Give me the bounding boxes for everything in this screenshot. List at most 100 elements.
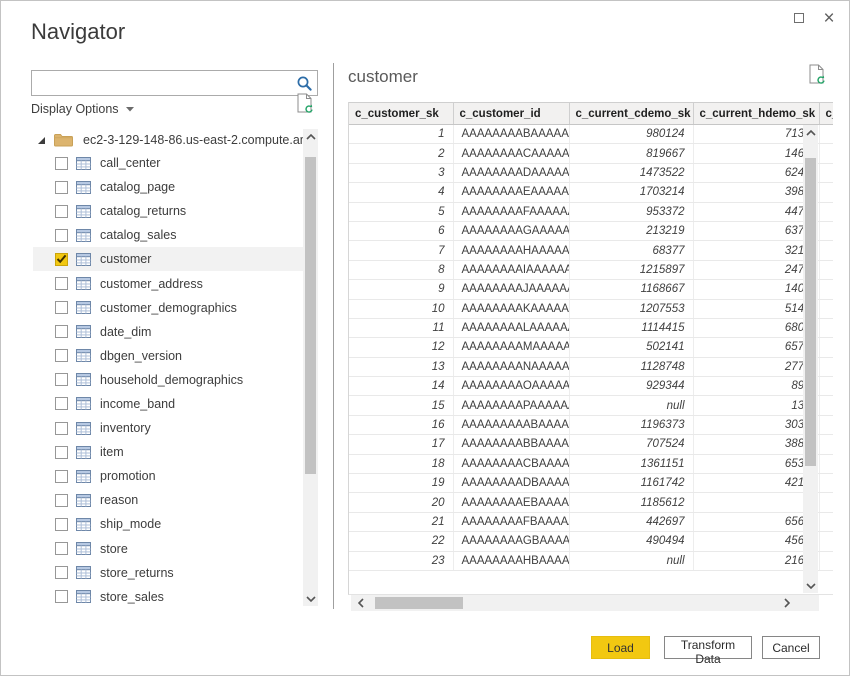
table-icon	[76, 180, 91, 194]
table-cell	[819, 376, 833, 397]
table-cell: AAAAAAAAGAAAAAAA	[453, 221, 570, 242]
tree-item-ship_mode[interactable]: ship_mode	[33, 512, 303, 536]
tree-item-label: store_sales	[100, 589, 164, 604]
tree-item-customer_demographics[interactable]: customer_demographics	[33, 296, 303, 320]
table-cell: AAAAAAAAOAAAAAAA	[453, 376, 570, 397]
checkbox[interactable]	[55, 542, 68, 556]
cancel-button[interactable]: Cancel	[762, 636, 820, 659]
tree-item-customer_address[interactable]: customer_address	[33, 271, 303, 295]
maximize-button[interactable]	[787, 6, 811, 30]
table-cell: 4	[693, 492, 820, 513]
scroll-down-button[interactable]	[303, 591, 318, 606]
checkbox[interactable]	[55, 277, 68, 291]
tree-root-server[interactable]: ec2-3-129-148-86.us-east-2.compute.amaz.…	[31, 129, 303, 151]
checkbox[interactable]	[55, 373, 68, 387]
tree-item-label: date_dim	[100, 324, 152, 339]
checkbox[interactable]	[55, 228, 68, 242]
table-row: 10AAAAAAAAKAAAAAAA12075535143	[349, 299, 833, 319]
tree-item-dbgen_version[interactable]: dbgen_version	[33, 344, 303, 368]
checkbox[interactable]	[55, 156, 68, 170]
table-row: 6AAAAAAAAGAAAAAAA2132196374	[349, 221, 833, 242]
tree-item-catalog_returns[interactable]: catalog_returns	[33, 199, 303, 223]
refresh-preview-icon[interactable]	[297, 93, 314, 119]
expand-triangle-icon[interactable]	[37, 136, 46, 145]
transform-data-button[interactable]: Transform Data	[664, 636, 752, 666]
folder-icon	[54, 134, 73, 147]
table-cell: AAAAAAAADBAAAAAA	[453, 473, 570, 494]
table-icon	[76, 590, 91, 604]
tree-item-household_demographics[interactable]: household_demographics	[33, 368, 303, 392]
table-cell: 17	[349, 434, 454, 455]
checkbox[interactable]	[55, 493, 68, 507]
load-button[interactable]: Load	[591, 636, 650, 659]
table-cell: 2	[349, 143, 454, 164]
checkbox[interactable]	[55, 445, 68, 459]
preview-horizontal-scrollbar[interactable]	[351, 595, 819, 611]
scroll-right-button[interactable]	[779, 595, 794, 611]
panel-divider	[333, 63, 334, 609]
table-cell: AAAAAAAAHBAAAAAA	[453, 551, 570, 571]
scroll-left-button[interactable]	[353, 595, 368, 611]
tree-item-customer[interactable]: customer	[33, 247, 303, 272]
tree-item-inventory[interactable]: inventory	[33, 416, 303, 440]
table-cell	[819, 299, 833, 319]
checkbox[interactable]	[55, 517, 68, 531]
refresh-preview-icon[interactable]	[809, 64, 826, 90]
checkbox[interactable]	[55, 252, 68, 266]
checkbox[interactable]	[55, 566, 68, 580]
tree-item-income_band[interactable]: income_band	[33, 392, 303, 416]
checkbox[interactable]	[55, 325, 68, 339]
tree-item-promotion[interactable]: promotion	[33, 464, 303, 488]
tree-item-store_returns[interactable]: store_returns	[33, 561, 303, 585]
table-cell: 1703214	[569, 182, 694, 203]
search-input[interactable]	[36, 72, 291, 94]
table-icon	[76, 469, 91, 483]
table-cell: 1161742	[569, 473, 694, 494]
table-cell	[819, 434, 833, 455]
table-row: 23AAAAAAAAHBAAAAAAnull2160	[349, 551, 833, 571]
tree-item-reason[interactable]: reason	[33, 488, 303, 512]
table-cell: 3986	[693, 182, 820, 203]
table-cell: 6807	[693, 318, 820, 339]
table-cell: 4213	[693, 473, 820, 494]
display-options-dropdown[interactable]: Display Options	[31, 102, 134, 116]
table-cell: 18	[349, 454, 454, 475]
checkbox[interactable]	[55, 349, 68, 363]
table-cell: 3880	[693, 434, 820, 455]
table-cell: 2471	[693, 260, 820, 281]
table-cell: 1473522	[569, 163, 694, 184]
checkbox[interactable]	[55, 204, 68, 218]
close-button[interactable]: ×	[817, 6, 841, 30]
tree-item-store_sales[interactable]: store_sales	[33, 585, 303, 609]
tree-item-call_center[interactable]: call_center	[33, 151, 303, 175]
table-cell: 6374	[693, 221, 820, 242]
checkbox[interactable]	[55, 180, 68, 194]
tree-item-item[interactable]: item	[33, 440, 303, 464]
table-cell: AAAAAAAANAAAAAAA	[453, 357, 570, 378]
checkbox[interactable]	[55, 421, 68, 435]
table-cell: 1196373	[569, 415, 694, 436]
table-cell: 1361151	[569, 454, 694, 475]
scroll-up-button[interactable]	[803, 125, 818, 140]
tree-item-catalog_sales[interactable]: catalog_sales	[33, 223, 303, 247]
checkbox[interactable]	[55, 469, 68, 483]
table-row: 3AAAAAAAADAAAAAAA14735226247	[349, 163, 833, 184]
checkbox[interactable]	[55, 590, 68, 604]
tree-vertical-scrollbar[interactable]	[303, 129, 318, 606]
preview-vertical-scrollbar[interactable]	[803, 125, 818, 593]
tree-item-store[interactable]: store	[33, 537, 303, 561]
tree-item-date_dim[interactable]: date_dim	[33, 320, 303, 344]
scroll-down-button[interactable]	[803, 578, 818, 593]
dialog-title: Navigator	[31, 19, 126, 44]
scrollbar-thumb[interactable]	[805, 158, 816, 466]
table-row: 12AAAAAAAAMAAAAAAA5021416577	[349, 337, 833, 358]
scroll-up-button[interactable]	[303, 129, 318, 144]
checkbox[interactable]	[55, 301, 68, 315]
tree-item-catalog_page[interactable]: catalog_page	[33, 175, 303, 199]
checkbox[interactable]	[55, 397, 68, 411]
scrollbar-thumb[interactable]	[375, 597, 463, 609]
table-cell	[819, 202, 833, 222]
table-cell	[819, 454, 833, 475]
scrollbar-thumb[interactable]	[305, 157, 316, 474]
table-cell: null	[569, 551, 694, 571]
